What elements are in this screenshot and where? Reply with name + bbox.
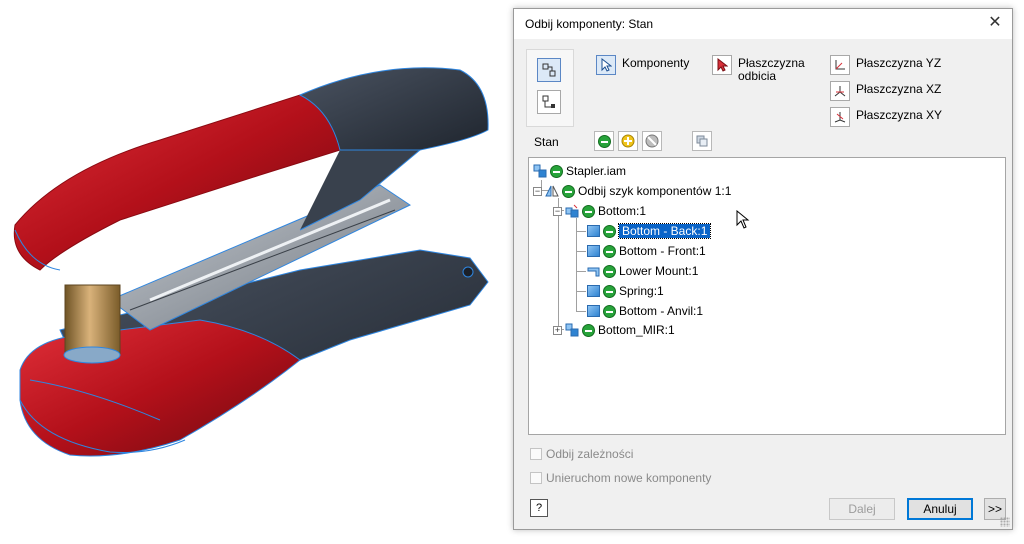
mode-group (526, 49, 574, 127)
tree-label-selected: Bottom - Back:1 (617, 223, 712, 239)
mirror-mode-button[interactable] (537, 58, 561, 82)
model-viewport[interactable] (0, 0, 512, 541)
collapse-icon[interactable]: − (533, 186, 542, 196)
tree-label: Lower Mount:1 (619, 264, 699, 278)
plane-xz-icon (830, 81, 850, 101)
mixed-icon (696, 135, 708, 147)
tree-label: Spring:1 (619, 284, 664, 298)
components-label: Komponenty (622, 56, 690, 70)
assembly-icon (565, 323, 579, 337)
close-icon[interactable]: ✕ (984, 12, 1006, 34)
ground-new-checkbox[interactable]: Unieruchom nowe komponenty (530, 471, 711, 485)
collapse-icon[interactable]: − (553, 206, 562, 216)
include-status-icon (603, 284, 616, 298)
assembly-icon (533, 164, 547, 178)
subassembly-icon (565, 204, 579, 218)
mirror-components-dialog: Odbij komponenty: Stan ✕ Komponenty Płas… (513, 8, 1013, 530)
tree-node-spring[interactable]: Spring:1 (587, 282, 664, 300)
tree-node-bottom-anvil[interactable]: Bottom - Anvil:1 (587, 302, 703, 320)
mirror-pattern-icon (545, 185, 559, 197)
plane-xz-option[interactable]: Płaszczyzna XZ (830, 81, 941, 101)
component-tree[interactable]: Stapler.iam − Odbij szyk komponentów 1:1… (528, 157, 1006, 435)
include-status-icon (582, 204, 595, 218)
base-red (19, 319, 301, 457)
part-icon (587, 225, 600, 237)
mirror-relationships-label: Odbij zależności (546, 447, 634, 461)
help-button[interactable]: ? (530, 499, 548, 517)
tree-label: Bottom_MIR:1 (598, 323, 675, 337)
include-status-icon (603, 244, 616, 258)
next-button[interactable]: Dalej (829, 498, 895, 520)
tree-label: Odbij szyk komponentów 1:1 (578, 184, 732, 198)
tree-node-lower-mount[interactable]: Lower Mount:1 (587, 262, 698, 280)
exclude-status-button[interactable] (642, 131, 662, 151)
pointer-icon (596, 55, 616, 75)
plane-yz-icon (830, 55, 850, 75)
dialog-title: Odbij komponenty: Stan (525, 17, 654, 31)
mirror-plane-label: Płaszczyzna odbicia (738, 56, 805, 83)
ground-new-label: Unieruchom nowe komponenty (546, 471, 712, 485)
mirror-status-icon (542, 63, 556, 77)
include-status-icon (562, 184, 575, 198)
checkbox-box[interactable] (530, 448, 542, 460)
tree-label: Bottom:1 (598, 204, 647, 218)
part-icon (587, 305, 600, 317)
tree-label: Bottom - Front:1 (619, 244, 706, 258)
cancel-button[interactable]: Anuluj (907, 498, 973, 520)
reuse-icon (621, 134, 635, 148)
tree-node-bottom-back[interactable]: Bottom - Back:1 (587, 222, 712, 240)
include-status-icon (582, 323, 595, 337)
include-status-icon (603, 304, 616, 318)
mirror-relationships-checkbox[interactable]: Odbij zależności (530, 447, 633, 461)
part-icon (587, 285, 600, 297)
tree-label: Stapler.iam (566, 164, 627, 178)
plane-xz-label: Płaszczyzna XZ (856, 82, 942, 96)
copy-status-icon (542, 95, 555, 108)
mixed-status-button[interactable] (692, 131, 712, 151)
tree-node-bottom[interactable]: − Bottom:1 (553, 202, 646, 220)
plane-yz-option[interactable]: Płaszczyzna YZ (830, 55, 941, 75)
sheet-metal-part-icon (587, 267, 600, 277)
expand-icon[interactable]: + (553, 325, 562, 335)
plane-xy-icon (830, 107, 850, 127)
stapler-model[interactable] (0, 0, 512, 541)
components-option[interactable]: Komponenty (596, 55, 689, 75)
copy-mode-button[interactable] (537, 90, 561, 114)
include-status-icon (603, 264, 616, 278)
dialog-titlebar[interactable]: Odbij komponenty: Stan ✕ (514, 9, 1012, 39)
include-icon (597, 134, 611, 148)
tree-node-bottom-front[interactable]: Bottom - Front:1 (587, 242, 706, 260)
include-status-button[interactable] (594, 131, 614, 151)
mouse-cursor-icon (736, 210, 750, 229)
checkbox-box[interactable] (530, 472, 542, 484)
plane-xy-label: Płaszczyzna XY (856, 108, 943, 122)
exclude-icon (645, 134, 659, 148)
tree-node-bottom-mir[interactable]: + Bottom_MIR:1 (553, 321, 675, 339)
mirror-plane-option[interactable]: Płaszczyzna odbicia (712, 55, 817, 83)
tree-label: Bottom - Anvil:1 (619, 304, 704, 318)
plane-yz-label: Płaszczyzna YZ (856, 56, 942, 70)
tree-node-mirror-pattern[interactable]: − Odbij szyk komponentów 1:1 (533, 182, 731, 200)
include-status-icon (550, 164, 563, 178)
tree-node-root[interactable]: Stapler.iam (533, 162, 626, 180)
resize-grip[interactable] (1000, 517, 1010, 527)
include-status-icon (603, 224, 616, 238)
status-label: Stan (534, 135, 559, 149)
plane-pointer-icon (712, 55, 732, 75)
reuse-status-button[interactable] (618, 131, 638, 151)
part-icon (587, 245, 600, 257)
plane-xy-option[interactable]: Płaszczyzna XY (830, 107, 942, 127)
